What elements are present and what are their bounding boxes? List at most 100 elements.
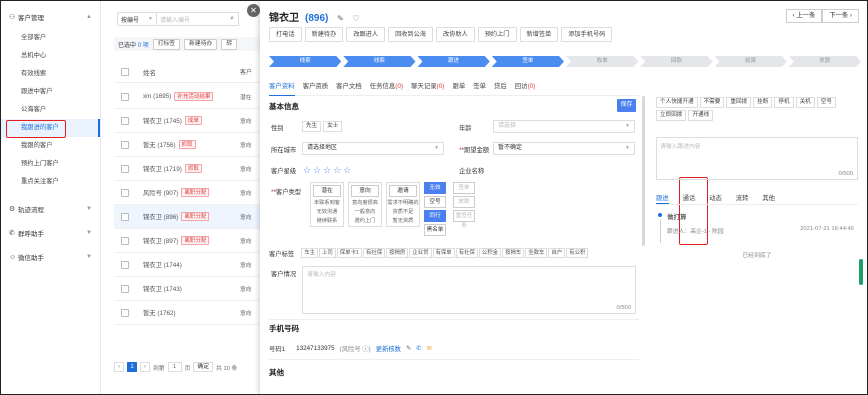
quick-tag[interactable]: 停机 [774, 97, 794, 108]
row-checkbox[interactable] [121, 260, 129, 269]
table-row[interactable]: 锦衣卫 (1743) 意向 [114, 277, 260, 301]
action-button[interactable]: 改跟进人 [346, 27, 386, 42]
action-button[interactable]: 新增签单 [519, 27, 559, 42]
action-button[interactable]: 改协助人 [436, 27, 475, 42]
sidebar-group-customer[interactable]: ⚇ 客户管理 ▲ [1, 9, 100, 25]
save-button[interactable]: 保存 [617, 99, 636, 112]
type-signed-option[interactable]: 重签任务 [453, 210, 475, 229]
new-todo-button[interactable]: 新建待办 [184, 38, 218, 50]
customer-name[interactable]: 锦衣卫 (1719) [143, 164, 182, 173]
customer-name[interactable]: 锦衣卫 (1745) [143, 116, 182, 125]
page-button[interactable]: 1 [127, 362, 137, 372]
action-button[interactable]: 打电话 [269, 27, 302, 42]
action-button[interactable]: 回收到公海 [388, 27, 433, 42]
row-checkbox[interactable] [121, 164, 129, 173]
follow-up-textarea[interactable]: 请输入跟进内容 0/500 [656, 137, 858, 180]
sidebar-item-all[interactable]: 全部客户 [1, 29, 100, 47]
next-record-button[interactable]: 下一条 › [822, 9, 859, 23]
row-checkbox[interactable] [121, 308, 129, 317]
goto-button[interactable]: 确定 [193, 362, 214, 372]
update-check-link[interactable]: 更新核数 [376, 344, 401, 353]
next-page-button[interactable]: › [140, 362, 150, 372]
follow-up-tab[interactable]: 动态 [709, 193, 722, 204]
sidebar-item-focus[interactable]: 重点关注客户 [1, 173, 100, 191]
page-input[interactable]: 1 [167, 362, 182, 372]
table-row[interactable]: 锦衣卫 (1719) 抓取 意向 [114, 157, 260, 181]
stage-step[interactable]: 签单 [492, 56, 564, 67]
search-icon[interactable]: ⌕ [230, 15, 234, 23]
quick-tag[interactable]: 关机 [795, 97, 815, 108]
row-checkbox[interactable] [121, 188, 129, 197]
amount-select[interactable]: 暂不确定 ▼ [493, 142, 635, 155]
prev-page-button[interactable]: ‹ [114, 362, 124, 372]
table-row[interactable]: 风险号 (907) 离职分配 意向 [114, 181, 260, 205]
type-signed-option[interactable]: 放款 [453, 196, 475, 208]
sidebar-item-public[interactable]: 公海客户 [1, 101, 100, 119]
type-option[interactable]: 邀约上门 [349, 217, 381, 226]
tab-6[interactable]: 签单 [473, 81, 486, 96]
customer-tag[interactable]: 有社保 [455, 248, 478, 258]
row-checkbox[interactable] [121, 212, 129, 221]
customer-tag[interactable]: 车主 [301, 248, 318, 258]
customer-tag[interactable]: 上司 [318, 248, 336, 258]
customer-name[interactable]: 锦衣卫 (897) [143, 236, 178, 245]
customer-tag[interactable]: 企业贷 [409, 248, 432, 258]
select-all-checkbox[interactable] [121, 67, 129, 76]
type-option[interactable]: 无效沟通 [311, 208, 343, 217]
sidebar-item-visit[interactable]: 预约上门客户 [1, 155, 100, 173]
tab-4[interactable]: 聊天记录(0) [411, 81, 444, 96]
gender-female[interactable]: 女士 [323, 121, 343, 132]
quick-tag[interactable]: 开通线 [688, 110, 714, 121]
search-input[interactable]: 请输入编号 ⌕ [157, 12, 239, 26]
type-option[interactable]: 未联系到客 [311, 199, 343, 208]
action-button[interactable]: 添加手机号码 [561, 27, 613, 42]
type-head-button[interactable]: 潜在 [313, 185, 341, 197]
customer-tag[interactable]: 按揭房 [386, 248, 409, 258]
table-row[interactable]: xm (1695) 补充活动结果 潜在 [114, 85, 260, 109]
quick-tag[interactable]: 不需要 [699, 97, 725, 108]
type-option[interactable]: 继续联系 [311, 217, 343, 226]
tab-8[interactable]: 回访(0) [515, 81, 536, 96]
stage-step[interactable]: 收单 [566, 56, 638, 67]
customer-tag[interactable]: 有社保 [362, 248, 386, 258]
scrollbar[interactable] [642, 96, 645, 246]
customer-name[interactable]: 暂无 (1756) [143, 140, 176, 149]
type-invalid-option[interactable]: 同行 [424, 210, 446, 222]
edit-icon[interactable]: ✎ [337, 14, 344, 23]
quick-tag[interactable]: 挂断 [753, 97, 773, 108]
customer-name[interactable]: 风险号 (907) [143, 188, 178, 197]
type-invalid-option[interactable]: 无效 [424, 182, 446, 194]
customer-tag[interactable]: 全款车 [525, 248, 548, 258]
search-field-select[interactable]: 按编号 ▼ [117, 12, 157, 26]
customer-tag[interactable]: 公积金 [478, 248, 502, 258]
quick-tag[interactable]: 立即回拨 [656, 110, 687, 121]
chat-icon[interactable]: ✎ [406, 345, 411, 352]
follow-up-tab[interactable]: 其他 [762, 193, 775, 204]
sidebar-group-track[interactable]: ⚙ 轨迹流程 ▼ [1, 201, 100, 217]
customer-name[interactable]: 暂无 (1762) [143, 308, 176, 317]
customer-name[interactable]: 锦衣卫 (896) [143, 212, 178, 221]
tab-0[interactable]: 客户资料 [269, 81, 295, 96]
scroll-indicator[interactable] [859, 259, 863, 285]
type-signed-option[interactable]: 签单 [453, 182, 475, 194]
star-rating[interactable]: ☆☆☆☆☆ [303, 165, 353, 176]
stage-step[interactable]: 线索 [269, 56, 341, 67]
stage-step[interactable]: 线索 [343, 56, 415, 67]
table-row[interactable]: 锦衣卫 (1745) 成单 意向 [114, 109, 260, 133]
city-select[interactable]: 请选择地区 ▼ [302, 142, 444, 155]
action-button[interactable]: 预约上门 [477, 27, 517, 42]
table-row[interactable]: 锦衣卫 (897) 离职分配 意向 [114, 229, 260, 253]
company-input[interactable] [493, 163, 635, 176]
type-option[interactable]: 意向度很高 [349, 199, 381, 208]
tab-1[interactable]: 客户资质 [303, 81, 329, 96]
prev-record-button[interactable]: ‹ 上一条 [785, 9, 823, 23]
type-invalid-option[interactable]: 空号 [424, 196, 446, 208]
table-row[interactable]: 锦衣卫 (1744) 意向 [114, 253, 260, 277]
quick-tag[interactable]: 空号 [816, 97, 836, 108]
status-textarea[interactable]: 请输入内容 0/500 [302, 266, 636, 314]
quick-tag[interactable]: 个人快捷开通 [656, 97, 698, 108]
row-checkbox[interactable] [121, 116, 129, 125]
stage-step[interactable]: 放款 [789, 56, 861, 67]
sidebar-item-hub[interactable]: 总机中心 [1, 47, 100, 65]
age-select[interactable]: 请选择 ▼ [493, 120, 635, 133]
